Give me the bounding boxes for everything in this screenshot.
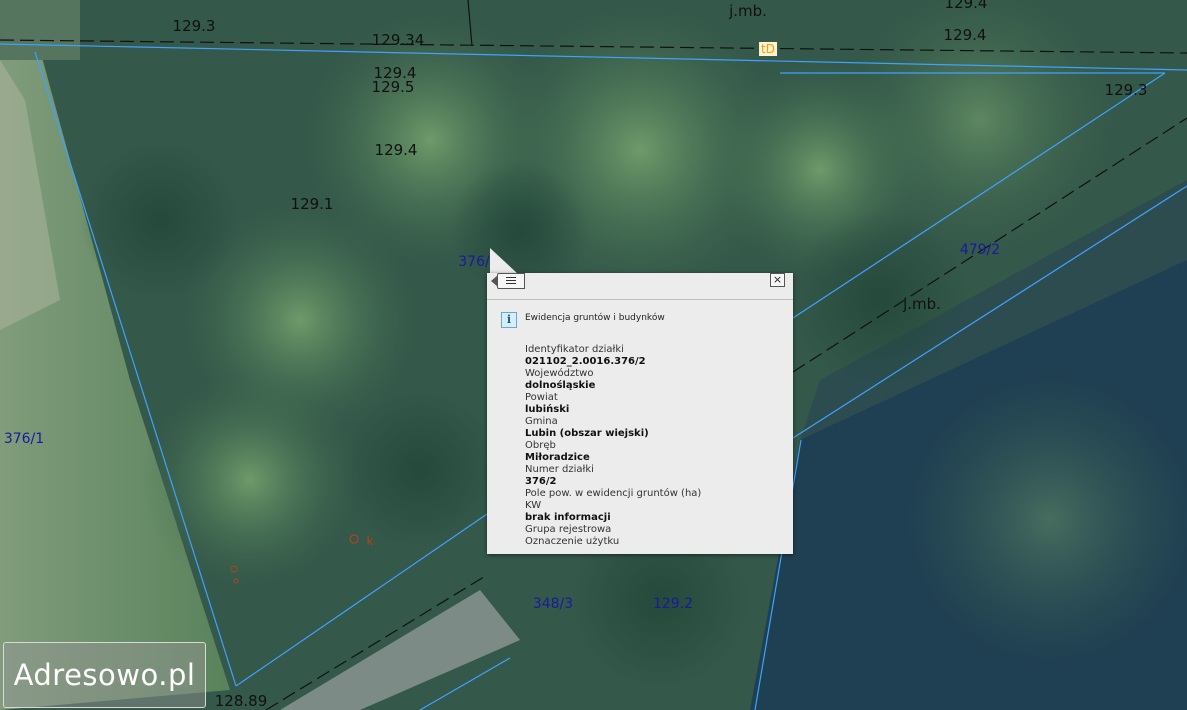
- elevation-label: 129.4: [943, 26, 987, 44]
- parcel-attributes: Identyfikator działki 021102_2.0016.376/2…: [525, 344, 785, 550]
- elevation-label: 129.4: [944, 0, 988, 12]
- elevation-label: 129.5: [371, 78, 415, 96]
- field-value: dolnośląskie: [525, 380, 596, 391]
- parcel-number-label: 129.2: [652, 596, 694, 612]
- elevation-label: 128.89: [214, 692, 268, 710]
- list-icon[interactable]: [491, 273, 525, 289]
- field-value: lubiński: [525, 404, 570, 415]
- popup-pointer: [490, 248, 518, 274]
- field-label: Powiat: [525, 392, 558, 403]
- adresowo-logo[interactable]: Adresowo.pl: [3, 642, 206, 708]
- map-marker-label[interactable]: tD: [759, 42, 777, 56]
- parcel-number-label: 348/3: [532, 596, 574, 612]
- field-label: Gmina: [525, 416, 558, 427]
- elevation-label: 129.3: [172, 17, 216, 35]
- elevation-label: 129.34: [371, 31, 425, 49]
- field-label: Oznaczenie użytku: [525, 536, 620, 547]
- land-use-label: j.mb.: [903, 295, 941, 313]
- field-label: Grupa rejestrowa: [525, 524, 612, 535]
- parcel-number-label: 376/1: [3, 431, 45, 447]
- field-label: KW: [525, 500, 542, 511]
- field-value: Lubin (obszar wiejski): [525, 428, 649, 439]
- parcel-number-label: 376/: [458, 254, 490, 270]
- close-icon[interactable]: ×: [770, 273, 785, 287]
- field-value: 376/2: [525, 476, 557, 487]
- elevation-label: 129.4: [374, 141, 418, 159]
- field-label: Obręb: [525, 440, 556, 451]
- field-label: Numer działki: [525, 464, 594, 475]
- land-use-label: j.mb.: [729, 2, 767, 20]
- point-label: k: [366, 534, 374, 548]
- field-label: Identyfikator działki: [525, 344, 624, 355]
- feature-info-popup: × i Ewidencja gruntów i budynków Identyf…: [487, 273, 793, 554]
- field-value: 021102_2.0016.376/2: [525, 356, 646, 367]
- info-icon: i: [501, 312, 517, 328]
- elevation-label: 129.3: [1104, 81, 1148, 99]
- popup-header: ×: [487, 273, 793, 300]
- elevation-label: 129.1: [290, 195, 334, 213]
- field-label: Pole pow. w ewidencji gruntów (ha): [525, 488, 702, 499]
- field-value: Miłoradzice: [525, 452, 590, 463]
- layer-title: Ewidencja gruntów i budynków: [525, 313, 665, 323]
- field-label: Województwo: [525, 368, 594, 379]
- parcel-number-label: 479/2: [959, 242, 1001, 258]
- field-value: brak informacji: [525, 512, 611, 523]
